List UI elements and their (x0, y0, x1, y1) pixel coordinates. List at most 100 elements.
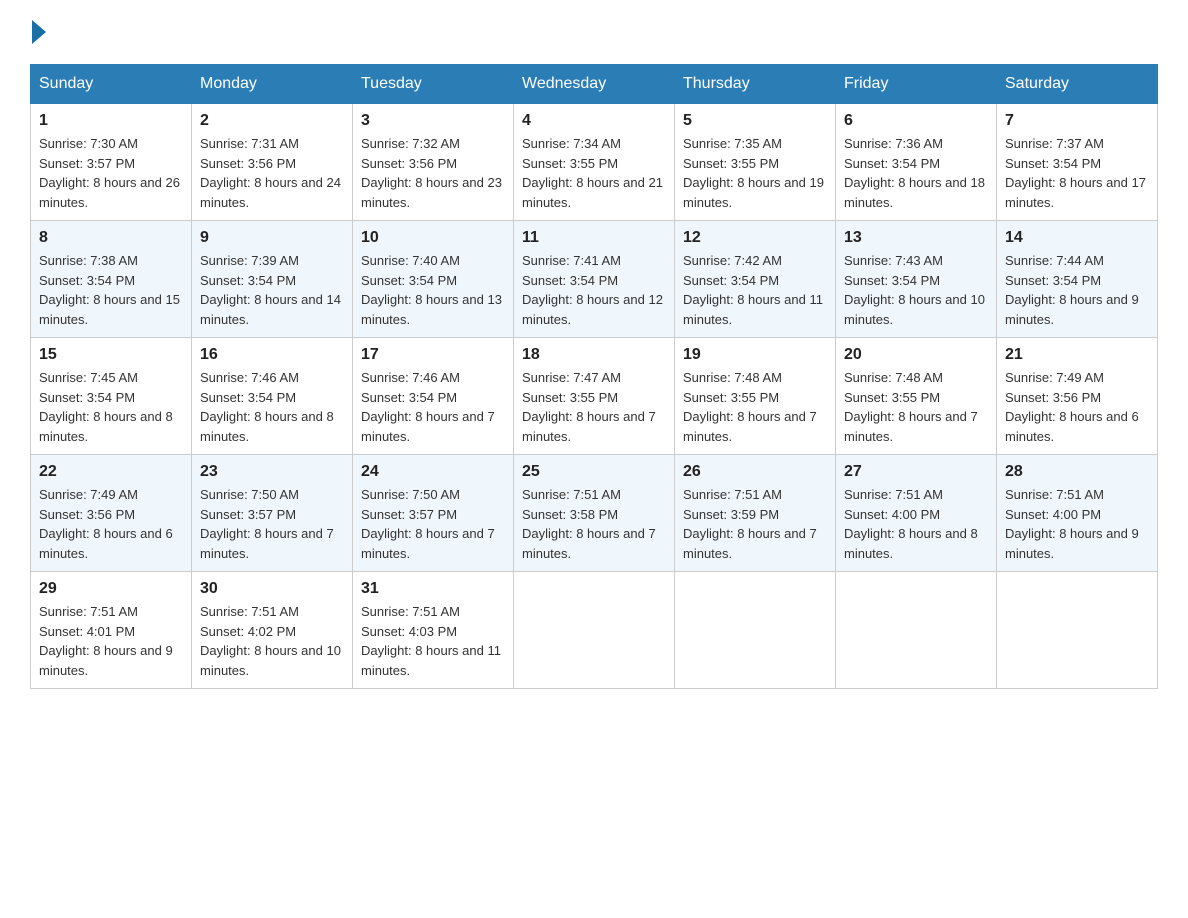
day-info: Sunrise: 7:51 AMSunset: 4:00 PMDaylight:… (1005, 487, 1139, 561)
day-info: Sunrise: 7:39 AMSunset: 3:54 PMDaylight:… (200, 253, 341, 327)
calendar-cell: 30 Sunrise: 7:51 AMSunset: 4:02 PMDaylig… (192, 572, 353, 689)
weekday-header: Tuesday (353, 65, 514, 104)
day-info: Sunrise: 7:47 AMSunset: 3:55 PMDaylight:… (522, 370, 656, 444)
calendar-cell: 1 Sunrise: 7:30 AMSunset: 3:57 PMDayligh… (31, 104, 192, 221)
calendar-cell: 4 Sunrise: 7:34 AMSunset: 3:55 PMDayligh… (514, 104, 675, 221)
day-number: 27 (844, 463, 988, 481)
calendar-week-row: 22 Sunrise: 7:49 AMSunset: 3:56 PMDaylig… (31, 455, 1158, 572)
calendar-cell: 16 Sunrise: 7:46 AMSunset: 3:54 PMDaylig… (192, 338, 353, 455)
day-info: Sunrise: 7:41 AMSunset: 3:54 PMDaylight:… (522, 253, 663, 327)
day-number: 2 (200, 112, 344, 130)
day-number: 15 (39, 346, 183, 364)
calendar-cell: 26 Sunrise: 7:51 AMSunset: 3:59 PMDaylig… (675, 455, 836, 572)
calendar-cell: 29 Sunrise: 7:51 AMSunset: 4:01 PMDaylig… (31, 572, 192, 689)
day-number: 8 (39, 229, 183, 247)
day-number: 18 (522, 346, 666, 364)
calendar-cell: 17 Sunrise: 7:46 AMSunset: 3:54 PMDaylig… (353, 338, 514, 455)
day-info: Sunrise: 7:50 AMSunset: 3:57 PMDaylight:… (200, 487, 334, 561)
calendar-cell: 11 Sunrise: 7:41 AMSunset: 3:54 PMDaylig… (514, 221, 675, 338)
calendar-cell: 23 Sunrise: 7:50 AMSunset: 3:57 PMDaylig… (192, 455, 353, 572)
calendar-cell: 2 Sunrise: 7:31 AMSunset: 3:56 PMDayligh… (192, 104, 353, 221)
day-info: Sunrise: 7:51 AMSunset: 3:58 PMDaylight:… (522, 487, 656, 561)
day-info: Sunrise: 7:46 AMSunset: 3:54 PMDaylight:… (200, 370, 334, 444)
calendar-cell: 19 Sunrise: 7:48 AMSunset: 3:55 PMDaylig… (675, 338, 836, 455)
calendar-cell: 3 Sunrise: 7:32 AMSunset: 3:56 PMDayligh… (353, 104, 514, 221)
day-number: 16 (200, 346, 344, 364)
weekday-header-row: SundayMondayTuesdayWednesdayThursdayFrid… (31, 65, 1158, 104)
day-number: 14 (1005, 229, 1149, 247)
weekday-header: Saturday (997, 65, 1158, 104)
calendar-week-row: 15 Sunrise: 7:45 AMSunset: 3:54 PMDaylig… (31, 338, 1158, 455)
day-info: Sunrise: 7:44 AMSunset: 3:54 PMDaylight:… (1005, 253, 1139, 327)
weekday-header: Thursday (675, 65, 836, 104)
day-info: Sunrise: 7:37 AMSunset: 3:54 PMDaylight:… (1005, 136, 1146, 210)
day-info: Sunrise: 7:45 AMSunset: 3:54 PMDaylight:… (39, 370, 173, 444)
day-info: Sunrise: 7:46 AMSunset: 3:54 PMDaylight:… (361, 370, 495, 444)
day-number: 7 (1005, 112, 1149, 130)
calendar-cell: 5 Sunrise: 7:35 AMSunset: 3:55 PMDayligh… (675, 104, 836, 221)
day-number: 21 (1005, 346, 1149, 364)
day-number: 25 (522, 463, 666, 481)
day-info: Sunrise: 7:31 AMSunset: 3:56 PMDaylight:… (200, 136, 341, 210)
day-number: 30 (200, 580, 344, 598)
day-number: 31 (361, 580, 505, 598)
day-info: Sunrise: 7:43 AMSunset: 3:54 PMDaylight:… (844, 253, 985, 327)
calendar-cell: 13 Sunrise: 7:43 AMSunset: 3:54 PMDaylig… (836, 221, 997, 338)
day-number: 9 (200, 229, 344, 247)
weekday-header: Wednesday (514, 65, 675, 104)
day-number: 20 (844, 346, 988, 364)
day-number: 11 (522, 229, 666, 247)
day-info: Sunrise: 7:51 AMSunset: 4:03 PMDaylight:… (361, 604, 501, 678)
day-number: 1 (39, 112, 183, 130)
day-info: Sunrise: 7:48 AMSunset: 3:55 PMDaylight:… (683, 370, 817, 444)
calendar-cell (836, 572, 997, 689)
day-number: 24 (361, 463, 505, 481)
page-header (30, 20, 1158, 44)
day-number: 23 (200, 463, 344, 481)
day-info: Sunrise: 7:42 AMSunset: 3:54 PMDaylight:… (683, 253, 823, 327)
calendar-cell: 18 Sunrise: 7:47 AMSunset: 3:55 PMDaylig… (514, 338, 675, 455)
day-number: 6 (844, 112, 988, 130)
day-number: 26 (683, 463, 827, 481)
day-info: Sunrise: 7:30 AMSunset: 3:57 PMDaylight:… (39, 136, 180, 210)
calendar-cell: 14 Sunrise: 7:44 AMSunset: 3:54 PMDaylig… (997, 221, 1158, 338)
calendar-week-row: 29 Sunrise: 7:51 AMSunset: 4:01 PMDaylig… (31, 572, 1158, 689)
day-number: 3 (361, 112, 505, 130)
day-info: Sunrise: 7:38 AMSunset: 3:54 PMDaylight:… (39, 253, 180, 327)
weekday-header: Monday (192, 65, 353, 104)
day-info: Sunrise: 7:51 AMSunset: 4:01 PMDaylight:… (39, 604, 173, 678)
weekday-header: Sunday (31, 65, 192, 104)
day-info: Sunrise: 7:36 AMSunset: 3:54 PMDaylight:… (844, 136, 985, 210)
day-number: 10 (361, 229, 505, 247)
calendar-cell: 12 Sunrise: 7:42 AMSunset: 3:54 PMDaylig… (675, 221, 836, 338)
day-info: Sunrise: 7:49 AMSunset: 3:56 PMDaylight:… (39, 487, 173, 561)
calendar-cell: 22 Sunrise: 7:49 AMSunset: 3:56 PMDaylig… (31, 455, 192, 572)
calendar-cell: 28 Sunrise: 7:51 AMSunset: 4:00 PMDaylig… (997, 455, 1158, 572)
day-info: Sunrise: 7:51 AMSunset: 4:00 PMDaylight:… (844, 487, 978, 561)
day-info: Sunrise: 7:49 AMSunset: 3:56 PMDaylight:… (1005, 370, 1139, 444)
day-info: Sunrise: 7:35 AMSunset: 3:55 PMDaylight:… (683, 136, 824, 210)
calendar-table: SundayMondayTuesdayWednesdayThursdayFrid… (30, 64, 1158, 689)
weekday-header: Friday (836, 65, 997, 104)
day-number: 22 (39, 463, 183, 481)
day-info: Sunrise: 7:48 AMSunset: 3:55 PMDaylight:… (844, 370, 978, 444)
day-number: 19 (683, 346, 827, 364)
calendar-cell: 7 Sunrise: 7:37 AMSunset: 3:54 PMDayligh… (997, 104, 1158, 221)
logo (30, 20, 48, 44)
calendar-cell (675, 572, 836, 689)
day-info: Sunrise: 7:51 AMSunset: 3:59 PMDaylight:… (683, 487, 817, 561)
calendar-week-row: 8 Sunrise: 7:38 AMSunset: 3:54 PMDayligh… (31, 221, 1158, 338)
calendar-cell: 20 Sunrise: 7:48 AMSunset: 3:55 PMDaylig… (836, 338, 997, 455)
calendar-cell: 21 Sunrise: 7:49 AMSunset: 3:56 PMDaylig… (997, 338, 1158, 455)
logo-arrow-icon (32, 20, 46, 44)
calendar-cell (514, 572, 675, 689)
day-number: 28 (1005, 463, 1149, 481)
day-info: Sunrise: 7:40 AMSunset: 3:54 PMDaylight:… (361, 253, 502, 327)
day-number: 17 (361, 346, 505, 364)
calendar-cell: 27 Sunrise: 7:51 AMSunset: 4:00 PMDaylig… (836, 455, 997, 572)
day-info: Sunrise: 7:34 AMSunset: 3:55 PMDaylight:… (522, 136, 663, 210)
day-number: 29 (39, 580, 183, 598)
day-info: Sunrise: 7:50 AMSunset: 3:57 PMDaylight:… (361, 487, 495, 561)
calendar-cell: 31 Sunrise: 7:51 AMSunset: 4:03 PMDaylig… (353, 572, 514, 689)
calendar-cell: 24 Sunrise: 7:50 AMSunset: 3:57 PMDaylig… (353, 455, 514, 572)
